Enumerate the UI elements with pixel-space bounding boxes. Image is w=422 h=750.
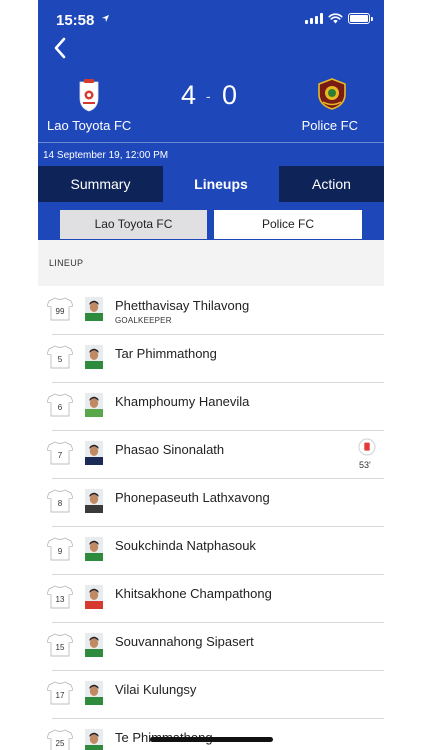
home-indicator[interactable] [150,737,273,742]
player-name: Vilai Kulungsy [115,682,197,697]
jersey-number: 8 [57,499,63,508]
jersey-number: 15 [55,643,65,652]
player-row[interactable]: 9 Soukchinda Natphasouk [38,527,384,575]
tab-lineups[interactable]: Lineups [163,166,279,202]
home-score: 4 [181,80,197,110]
team-switch: Lao Toyota FC Police FC [60,210,362,239]
jersey-number: 7 [57,451,63,460]
jersey-icon: 17 [47,681,73,705]
player-row[interactable]: 5 Tar Phimmathong [38,335,384,383]
player-row[interactable]: 8 Phonepaseuth Lathxavong [38,479,384,527]
tab-summary[interactable]: Summary [38,166,163,202]
player-name: Phetthavisay Thilavong [115,298,250,313]
player-row[interactable]: 7 Phasao Sinonalath 53' [38,431,384,479]
match-date-bar: 14 September 19, 12:00 PM [38,142,384,166]
player-name: Soukchinda Natphasouk [115,538,256,553]
jersey-number: 9 [57,547,63,556]
player-avatar [85,729,103,750]
location-arrow-icon [101,14,110,23]
player-avatar [85,393,103,417]
player-row[interactable]: 6 Khamphoumy Hanevila [38,383,384,431]
away-score: 0 [222,80,238,110]
jersey-icon: 25 [47,729,73,750]
lineup-section-header: LINEUP [38,240,384,286]
player-avatar [85,297,103,321]
player-name: Phonepaseuth Lathxavong [115,490,270,505]
player-name: Phasao Sinonalath [115,442,225,457]
player-row[interactable]: 99 Phetthavisay Thilavong GOALKEEPER [38,287,384,335]
status-time: 15:58 [56,12,95,29]
section-label: LINEUP [49,258,84,268]
score-separator: - [206,88,211,104]
app-screen: 15:58 Lao Toyota FC Police FC 4 - 0 14 S… [38,0,384,750]
player-name: Khamphoumy Hanevila [115,394,250,409]
jersey-icon: 15 [47,633,73,657]
jersey-icon: 5 [47,345,73,369]
status-icons [305,13,373,24]
chevron-left-icon [54,37,66,59]
battery-icon [348,13,373,24]
status-bar: 15:58 [38,0,384,42]
player-avatar [85,633,103,657]
home-team-logo[interactable] [76,78,102,112]
jersey-icon: 13 [47,585,73,609]
player-avatar [85,345,103,369]
team-switch-away[interactable]: Police FC [214,210,362,239]
player-row[interactable]: 15 Souvannahong Sipasert [38,623,384,671]
home-team-name: Lao Toyota FC [47,118,132,133]
away-team-name: Police FC [301,118,358,133]
jersey-number: 13 [55,595,65,604]
player-avatar [85,489,103,513]
jersey-number: 99 [55,307,65,316]
match-datetime: 14 September 19, 12:00 PM [43,150,169,161]
player-avatar [85,681,103,705]
lineup-list: 99 Phetthavisay Thilavong GOALKEEPER 5 Tar P… [38,287,384,750]
match-header: 15:58 Lao Toyota FC Police FC 4 - 0 14 S… [38,0,384,240]
jersey-number: 5 [57,355,63,364]
player-avatar [85,537,103,561]
jersey-icon: 8 [47,489,73,513]
player-row[interactable]: 13 Khitsakhone Champathong [38,575,384,623]
wifi-icon [328,13,343,24]
match-tabs: Summary Lineups Action [38,166,384,202]
jersey-number: 17 [55,691,65,700]
player-avatar [85,441,103,465]
red-card-icon [358,438,376,456]
player-name: Khitsakhone Champathong [115,586,272,601]
back-button[interactable] [48,35,74,61]
player-role: GOALKEEPER [115,316,172,325]
player-row[interactable]: 17 Vilai Kulungsy [38,671,384,719]
jersey-icon: 7 [47,441,73,465]
signal-icon [305,13,323,24]
player-name: Souvannahong Sipasert [115,634,254,649]
jersey-number: 25 [55,739,65,748]
player-name: Tar Phimmathong [115,346,217,361]
player-row[interactable]: 25Te Phimmathong [38,719,384,750]
card-minute: 53' [359,460,371,470]
jersey-icon: 6 [47,393,73,417]
player-avatar [85,585,103,609]
jersey-number: 6 [57,403,63,412]
jersey-icon: 9 [47,537,73,561]
tab-action[interactable]: Action [279,166,384,202]
team-switch-home[interactable]: Lao Toyota FC [60,210,207,239]
jersey-icon: 99 [47,297,73,321]
away-team-logo[interactable] [317,78,347,110]
